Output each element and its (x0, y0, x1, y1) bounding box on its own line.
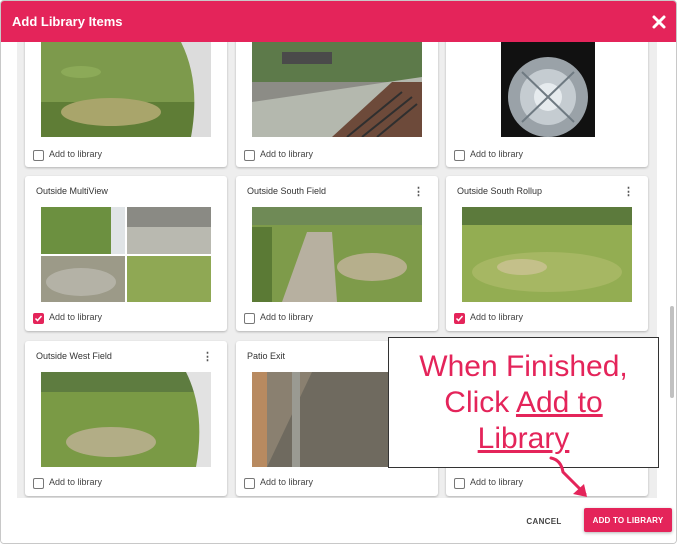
add-to-library-label: Add to library (260, 149, 314, 159)
checkbox[interactable] (244, 150, 255, 161)
checkbox[interactable] (33, 313, 44, 324)
add-to-library-label: Add to library (470, 477, 524, 487)
add-to-library-label: Add to library (49, 149, 103, 159)
add-to-library-button[interactable]: ADD TO LIBRARY (584, 508, 672, 532)
add-library-items-dialog: Add Library Items Add to library Add to … (0, 0, 677, 544)
more-options-icon[interactable]: ⋮ (623, 185, 634, 198)
checkbox[interactable] (454, 150, 465, 161)
camera-card[interactable]: Outside South Rollup ⋮ Add to library (446, 176, 648, 331)
camera-name: Outside MultiView (36, 186, 108, 196)
camera-thumbnail (462, 42, 632, 137)
add-to-library-label: Add to library (470, 312, 524, 322)
camera-thumbnail (41, 207, 211, 302)
callout-prefix: Click (444, 386, 516, 419)
camera-thumbnail (462, 207, 632, 302)
camera-thumbnail (252, 42, 422, 137)
camera-name: Outside South Rollup (457, 186, 543, 196)
instruction-callout: When Finished, Click Add to Library (388, 337, 659, 468)
camera-thumbnail (41, 372, 211, 467)
camera-card[interactable]: Add to library (236, 42, 438, 167)
callout-link: Add to (515, 386, 603, 419)
checkbox[interactable] (33, 478, 44, 489)
add-to-library-label: Add to library (470, 149, 524, 159)
camera-thumbnail (41, 42, 211, 137)
dialog-footer: CANCEL ADD TO LIBRARY (1, 498, 676, 543)
grid-scrollbar[interactable] (670, 306, 674, 398)
camera-thumbnail (252, 207, 422, 302)
callout-link: Library (477, 422, 570, 455)
camera-name: Outside South Field (247, 186, 327, 196)
callout-line-1: When Finished, (419, 350, 628, 383)
add-to-library-label: Add to library (49, 312, 103, 322)
camera-name: Patio Exit (247, 351, 286, 361)
camera-card[interactable]: Add to library (446, 42, 648, 167)
camera-name: Outside West Field (36, 351, 112, 361)
callout-line-3: Library (389, 421, 658, 457)
camera-card[interactable]: Outside MultiView Add to library (25, 176, 227, 331)
checkbox[interactable] (454, 313, 465, 324)
more-options-icon[interactable]: ⋮ (202, 350, 213, 363)
camera-card[interactable]: Outside South Field ⋮ Add to library (236, 176, 438, 331)
checkbox[interactable] (454, 478, 465, 489)
cancel-button[interactable]: CANCEL (519, 512, 569, 530)
camera-card[interactable]: Add to library (25, 42, 227, 167)
checkbox[interactable] (244, 478, 255, 489)
checkbox[interactable] (244, 313, 255, 324)
dialog-header: Add Library Items (1, 1, 676, 42)
more-options-icon[interactable]: ⋮ (413, 185, 424, 198)
add-to-library-label: Add to library (49, 477, 103, 487)
callout-arrow-icon (549, 456, 587, 497)
callout-line-2: Click Add to (389, 385, 658, 421)
close-icon[interactable] (649, 12, 669, 32)
checkbox[interactable] (33, 150, 44, 161)
add-to-library-label: Add to library (260, 477, 314, 487)
add-to-library-label: Add to library (260, 312, 314, 322)
dialog-title: Add Library Items (12, 14, 123, 29)
camera-card[interactable]: Outside West Field ⋮ Add to library (25, 341, 227, 496)
